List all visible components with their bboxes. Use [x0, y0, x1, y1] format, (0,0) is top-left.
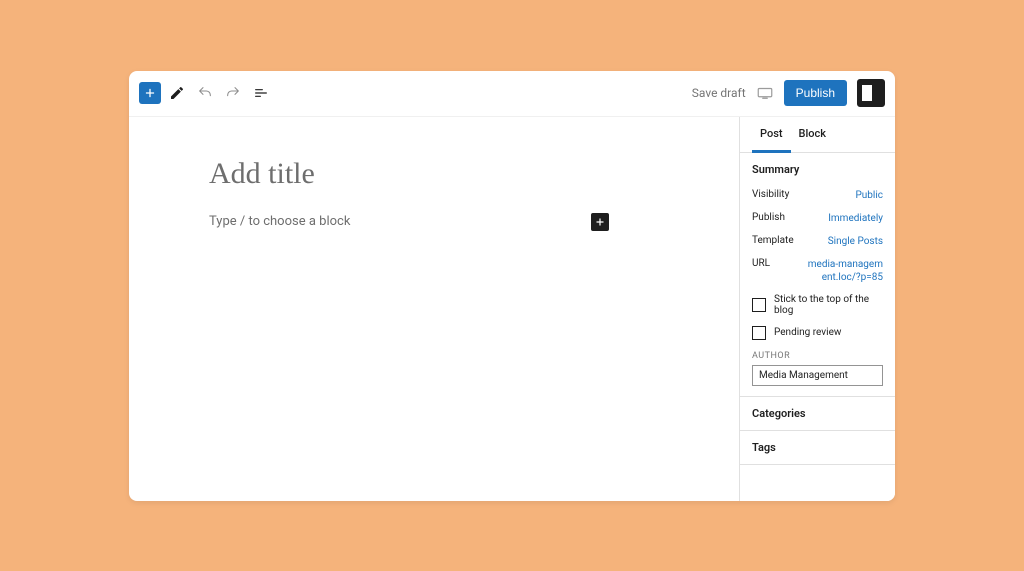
- sticky-checkbox[interactable]: [752, 298, 766, 312]
- tags-panel-toggle[interactable]: Tags: [740, 431, 895, 465]
- post-title-input[interactable]: Add title: [209, 157, 659, 191]
- summary-heading: Summary: [752, 163, 883, 176]
- url-label: URL: [752, 258, 770, 284]
- preview-icon[interactable]: [756, 86, 774, 100]
- edit-tool-icon[interactable]: [165, 81, 189, 105]
- save-draft-button[interactable]: Save draft: [692, 86, 746, 100]
- block-placeholder-text[interactable]: Type / to choose a block: [209, 214, 350, 229]
- author-select[interactable]: Media Management: [752, 365, 883, 386]
- template-value[interactable]: Single Posts: [828, 235, 883, 248]
- url-value[interactable]: media-management.loc/?p=85: [803, 258, 883, 284]
- publish-label: Publish: [752, 212, 785, 225]
- visibility-label: Visibility: [752, 189, 789, 202]
- pending-review-checkbox[interactable]: [752, 326, 766, 340]
- sticky-label: Stick to the top of the blog: [774, 294, 883, 316]
- editor-canvas[interactable]: Add title Type / to choose a block: [129, 117, 739, 501]
- document-outline-icon[interactable]: [249, 81, 273, 105]
- settings-sidebar-toggle[interactable]: [857, 79, 885, 107]
- visibility-value[interactable]: Public: [855, 189, 883, 202]
- publish-button[interactable]: Publish: [784, 80, 847, 106]
- tab-post[interactable]: Post: [752, 117, 791, 153]
- categories-panel-toggle[interactable]: Categories: [740, 397, 895, 431]
- template-label: Template: [752, 235, 794, 248]
- publish-value[interactable]: Immediately: [828, 212, 883, 225]
- author-heading: AUTHOR: [752, 351, 883, 361]
- redo-icon[interactable]: [221, 81, 245, 105]
- editor-window: Save draft Publish Add title Type / to c…: [129, 71, 895, 501]
- tab-block[interactable]: Block: [791, 117, 834, 152]
- top-toolbar: Save draft Publish: [129, 71, 895, 117]
- settings-sidebar: Post Block Summary Visibility Public Pub…: [739, 117, 895, 501]
- pending-review-label: Pending review: [774, 327, 841, 338]
- summary-panel: Summary Visibility Public Publish Immedi…: [740, 153, 895, 397]
- add-block-toggle[interactable]: [139, 82, 161, 104]
- undo-icon[interactable]: [193, 81, 217, 105]
- inline-add-block-button[interactable]: [591, 213, 609, 231]
